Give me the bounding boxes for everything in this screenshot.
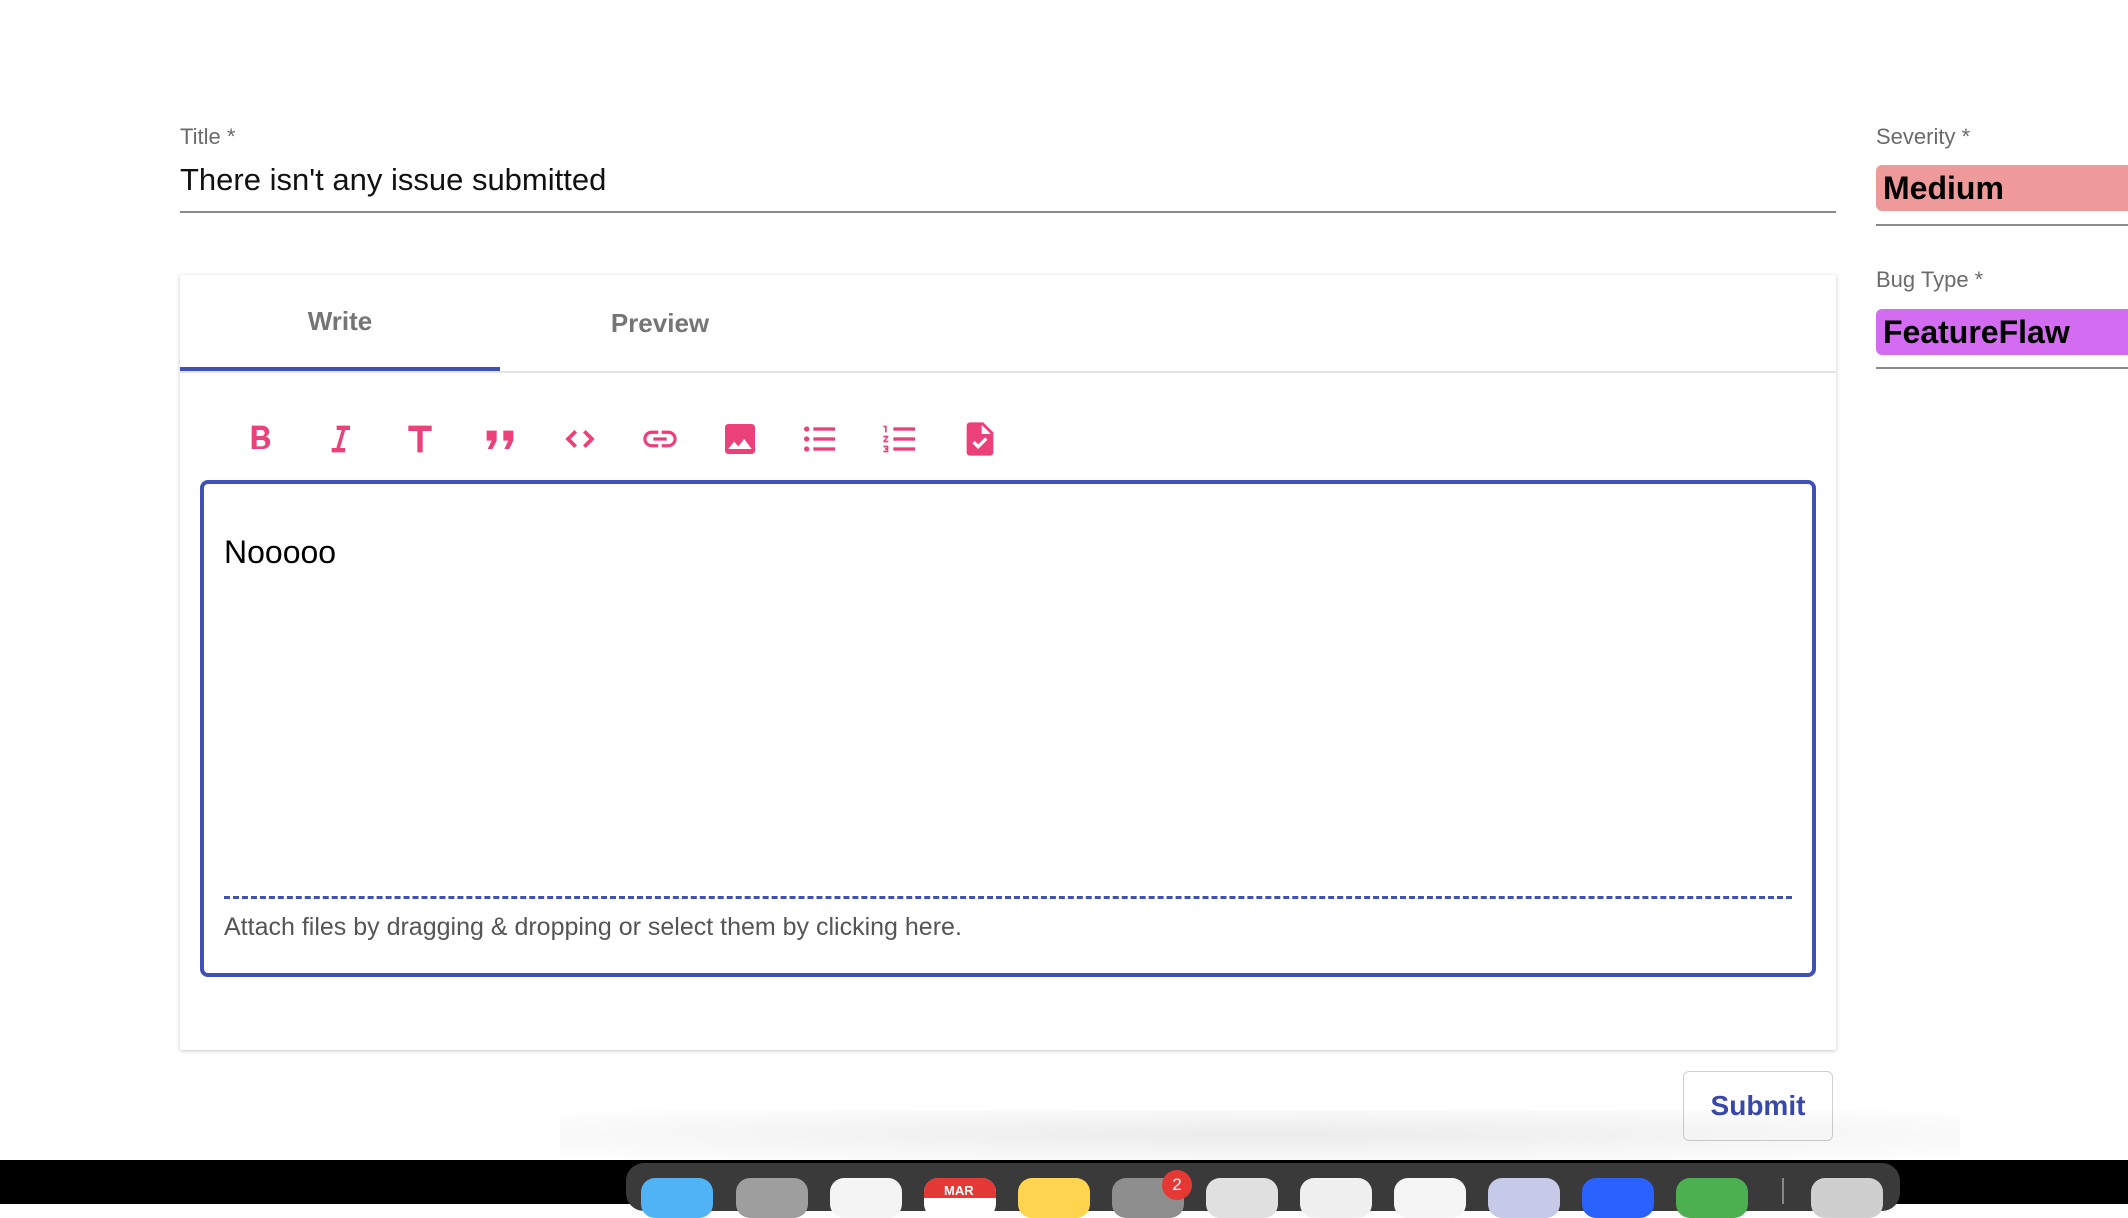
notification-badge: 2 [1162,1170,1192,1200]
code-icon[interactable] [540,409,620,469]
bold-icon[interactable] [220,409,300,469]
dock-separator [1782,1178,1784,1204]
attach-dropzone[interactable]: Attach files by dragging & dropping or s… [224,896,1792,959]
app-store-icon[interactable] [1582,1178,1654,1218]
preview-icon[interactable] [1488,1178,1560,1218]
editor-tabs: Write Preview [180,275,1836,373]
attach-hint[interactable]: Attach files by dragging & dropping or s… [224,913,962,942]
title-input[interactable]: There isn't any issue submitted [180,162,606,198]
title-label: Title * [180,124,236,149]
chrome-icon[interactable] [1206,1178,1278,1218]
markdown-editor-card: Write Preview Nooooo Attach files by dra… [180,275,1836,1050]
ordered-list-icon[interactable] [860,409,940,469]
quote-icon[interactable] [460,409,540,469]
launchpad-icon[interactable] [736,1178,808,1218]
image-icon[interactable] [700,409,780,469]
finder-icon[interactable] [641,1178,713,1218]
severity-label: Severity * [1876,124,1971,149]
link-icon[interactable] [620,409,700,469]
title-underline [180,211,1836,213]
checklist-icon[interactable] [940,409,1020,469]
photos-icon[interactable] [830,1178,902,1218]
editor-textarea[interactable]: Nooooo Attach files by dragging & droppi… [200,480,1816,977]
bug-type-underline [1876,367,2128,369]
dock-shadow [560,1110,1960,1160]
trash-icon[interactable] [1811,1178,1883,1218]
bug-type-label: Bug Type * [1876,267,1984,292]
tab-preview[interactable]: Preview [500,275,820,371]
tab-write[interactable]: Write [180,275,500,371]
whatsapp-icon[interactable] [1676,1178,1748,1218]
header-icon[interactable] [380,409,460,469]
bug-type-value: FeatureFlaw [1883,313,2070,350]
notes-icon[interactable] [1018,1178,1090,1218]
unordered-list-icon[interactable] [780,409,860,469]
editor-toolbar [220,409,1020,469]
severity-select[interactable]: Medium [1876,165,2128,211]
outlook-icon[interactable] [1300,1178,1372,1218]
severity-underline [1876,224,2128,226]
severity-value: Medium [1883,169,2004,206]
italic-icon[interactable] [300,409,380,469]
editor-content[interactable]: Nooooo [224,534,336,571]
bug-type-select[interactable]: FeatureFlaw [1876,309,2128,355]
calendar-month: MAR [944,1183,974,1198]
vscode-icon[interactable] [1394,1178,1466,1218]
